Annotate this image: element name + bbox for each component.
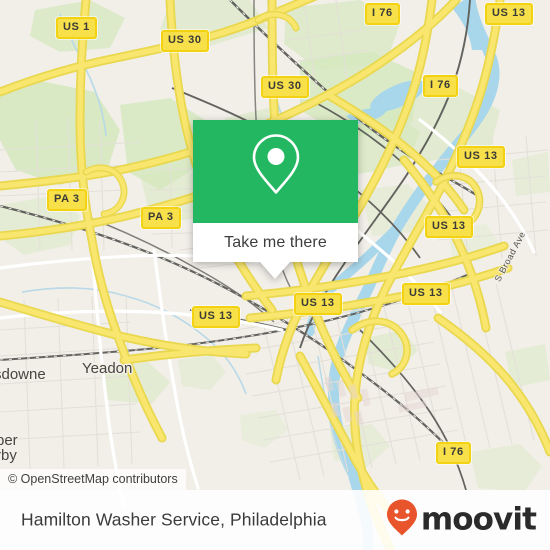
location-callout-card[interactable]: Take me there: [193, 120, 358, 279]
map-pin-icon: [248, 131, 304, 202]
place-label-lansdowne: sdowne: [0, 366, 46, 383]
place-label-darby: rby: [0, 447, 17, 464]
road-shield-us13-ne: US 13: [485, 3, 533, 25]
road-shield-us30-c: US 30: [261, 76, 309, 98]
road-shield-pa3-c: PA 3: [141, 207, 181, 229]
road-shield-us13-e1: US 13: [457, 146, 505, 168]
road-shield-i76-n: I 76: [365, 3, 400, 25]
road-shield-i76-ne: I 76: [423, 75, 458, 97]
place-label-yeadon: Yeadon: [82, 360, 133, 377]
road-shield-us13-e2: US 13: [425, 216, 473, 238]
callout-tail: [260, 262, 290, 279]
road-shield-us13-s1: US 13: [192, 306, 240, 328]
road-shield-us1: US 1: [56, 17, 97, 39]
road-shield-us30-nw: US 30: [161, 30, 209, 52]
road-shield-us13-s2: US 13: [294, 293, 342, 315]
moovit-pin-icon: [385, 499, 419, 542]
road-shield-i76-s: I 76: [436, 442, 471, 464]
moovit-logo[interactable]: moovit: [385, 499, 537, 542]
map-screenshot: US 1 US 30 I 76 US 13 US 30 I 76 US 13 P…: [0, 0, 550, 550]
place-title: Hamilton Washer Service, Philadelphia: [21, 509, 327, 530]
moovit-wordmark: moovit: [420, 501, 537, 538]
bottom-bar: Hamilton Washer Service, Philadelphia mo…: [0, 490, 550, 550]
map-attribution[interactable]: © OpenStreetMap contributors: [0, 469, 186, 490]
take-me-there-label[interactable]: Take me there: [193, 223, 358, 262]
road-shield-pa3-w: PA 3: [47, 189, 87, 211]
road-shield-us13-s3: US 13: [402, 283, 450, 305]
